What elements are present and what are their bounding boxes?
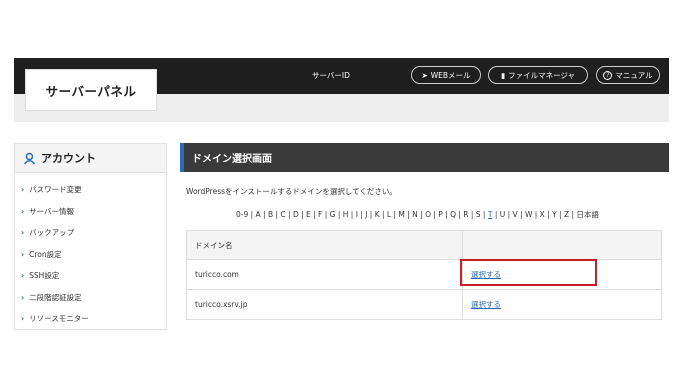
instruction-text: WordPressをインストールするドメインを選択してください。 bbox=[186, 187, 397, 196]
file-manager-button[interactable]: ▮ ファイルマネージャ bbox=[488, 66, 588, 84]
domain-cell: turicco.com bbox=[186, 259, 463, 290]
page-title: ドメイン選択画面 bbox=[192, 154, 272, 165]
file-manager-button-label: ファイルマネージャ bbox=[508, 70, 576, 80]
chevron-right-icon: › bbox=[21, 271, 25, 281]
webmail-button-label: WEBメール bbox=[430, 70, 471, 80]
app-logo[interactable]: サーバーパネル bbox=[25, 69, 157, 111]
chevron-right-icon: › bbox=[21, 292, 25, 302]
highlight-box bbox=[460, 259, 597, 286]
paper-plane-icon: ➤ bbox=[421, 70, 428, 80]
sidebar-item-label: SSH設定 bbox=[29, 271, 60, 281]
table-row: turicco.xsrv.jp 選択する bbox=[186, 289, 662, 320]
main-section-header: ドメイン選択画面 bbox=[180, 143, 669, 172]
sidebar-item-ssh[interactable]: › SSH設定 bbox=[15, 265, 166, 287]
select-domain-link[interactable]: 選択する bbox=[471, 300, 501, 309]
person-icon bbox=[23, 152, 36, 164]
sidebar-item-label: パスワード変更 bbox=[29, 185, 82, 195]
action-cell: 選択する bbox=[462, 289, 662, 320]
webmail-button[interactable]: ➤ WEBメール bbox=[411, 66, 481, 84]
domain-cell: turicco.xsrv.jp bbox=[186, 289, 463, 320]
sidebar-item-cron[interactable]: › Cron設定 bbox=[15, 244, 166, 266]
sidebar-item-server-info[interactable]: › サーバー情報 bbox=[15, 201, 166, 223]
server-id-label: サーバーID bbox=[312, 71, 350, 80]
sidebar-item-backup[interactable]: › バックアップ bbox=[15, 222, 166, 244]
column-header-action bbox=[462, 230, 662, 260]
app-logo-text: サーバーパネル bbox=[45, 83, 137, 99]
sidebar-item-label: リソースモニター bbox=[29, 314, 89, 324]
alphabet-filter-links-rest[interactable]: | U | V | W | X | Y | Z | 日本語 bbox=[492, 210, 599, 219]
sidebar-item-label: 二段階認証設定 bbox=[29, 292, 82, 302]
chevron-right-icon: › bbox=[21, 185, 25, 195]
column-header-domain: ドメイン名 bbox=[186, 230, 463, 260]
sidebar: アカウント › パスワード変更 › サーバー情報 › バックアップ › Cron設定 ›… bbox=[14, 143, 167, 330]
page: サーバーパネル サーバーID ➤ WEBメール ▮ ファイルマネージャ ? マニ… bbox=[0, 0, 682, 384]
sidebar-title: アカウント bbox=[41, 152, 96, 165]
folder-icon: ▮ bbox=[500, 70, 506, 80]
question-circle-icon: ? bbox=[603, 70, 613, 80]
sidebar-menu: › パスワード変更 › サーバー情報 › バックアップ › Cron設定 › SSH設定 … bbox=[15, 173, 166, 330]
chevron-right-icon: › bbox=[21, 249, 25, 259]
manual-button-label: マニュアル bbox=[615, 70, 653, 80]
alphabet-filter: 0-9 | A | B | C | D | E | F | G | H | I … bbox=[236, 209, 599, 220]
sidebar-item-label: バックアップ bbox=[29, 228, 75, 238]
manual-button[interactable]: ? マニュアル bbox=[596, 66, 660, 84]
chevron-right-icon: › bbox=[21, 314, 25, 324]
table-header-row: ドメイン名 bbox=[186, 230, 662, 260]
chevron-right-icon: › bbox=[21, 228, 25, 238]
chevron-right-icon: › bbox=[21, 206, 25, 216]
sidebar-item-resource-monitor[interactable]: › リソースモニター bbox=[15, 308, 166, 330]
sidebar-item-label: Cron設定 bbox=[29, 249, 62, 259]
sidebar-item-label: サーバー情報 bbox=[29, 206, 75, 216]
sidebar-item-two-factor[interactable]: › 二段階認証設定 bbox=[15, 287, 166, 309]
sidebar-item-password[interactable]: › パスワード変更 bbox=[15, 179, 166, 201]
sidebar-header: アカウント bbox=[15, 144, 166, 173]
alphabet-filter-links[interactable]: 0-9 | A | B | C | D | E | F | G | H | I … bbox=[236, 210, 488, 219]
